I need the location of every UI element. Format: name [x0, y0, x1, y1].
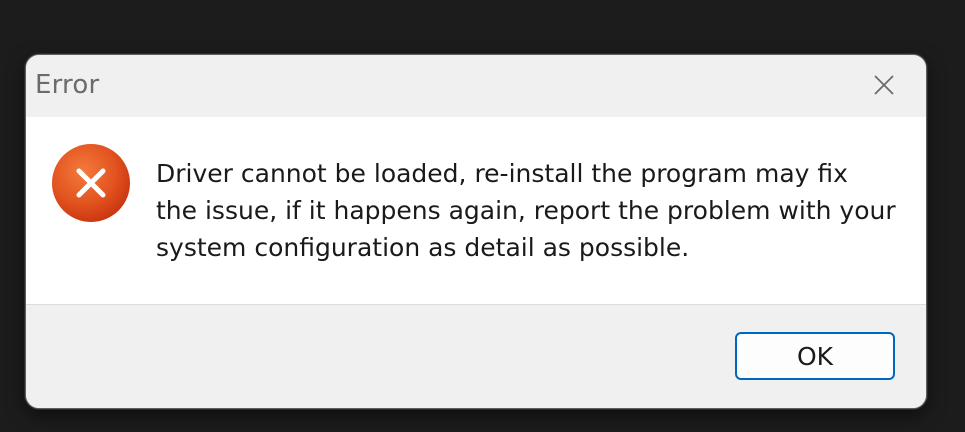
close-button[interactable] [860, 61, 908, 109]
dialog-title: Error [35, 70, 100, 100]
error-message: Driver cannot be loaded, re-install the … [156, 159, 896, 262]
dialog-footer: OK [26, 305, 926, 408]
title-bar: Error [26, 55, 926, 117]
close-icon [874, 75, 894, 95]
error-icon [52, 144, 130, 222]
dialog-content: Driver cannot be loaded, re-install the … [26, 117, 926, 305]
error-dialog: Error Driver cannot be loaded, re-instal… [25, 54, 927, 409]
ok-button[interactable]: OK [735, 332, 895, 380]
